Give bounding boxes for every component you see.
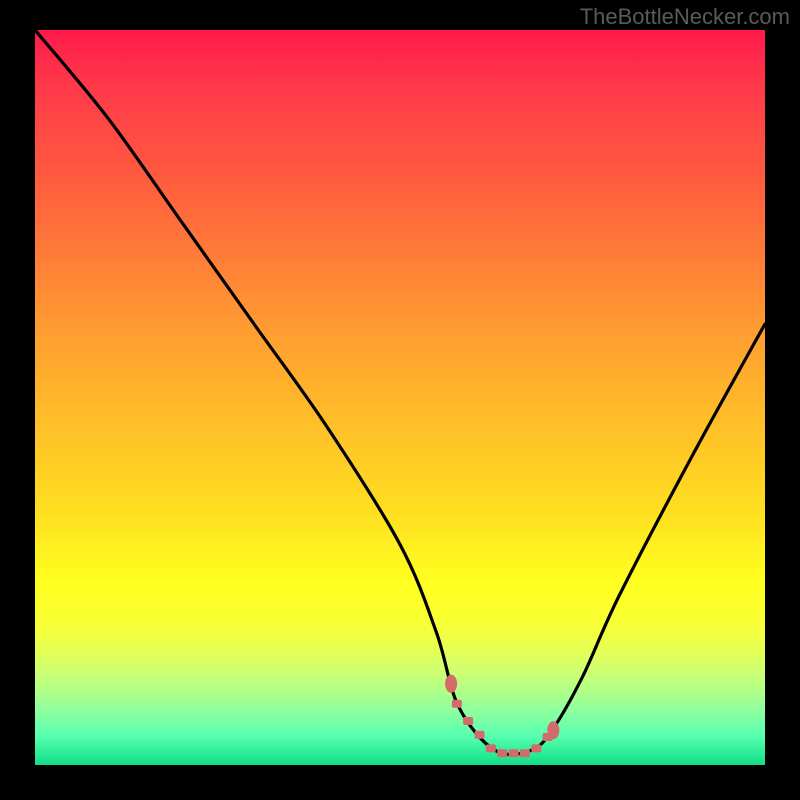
marker-dash	[486, 744, 496, 752]
plot-area	[35, 30, 765, 765]
marker-endcap	[445, 675, 457, 693]
marker-dash	[452, 700, 462, 708]
marker-dash	[463, 717, 473, 725]
marker-dash	[543, 733, 553, 741]
marker-dash	[531, 744, 541, 752]
bottleneck-curve	[35, 30, 765, 755]
curve-path	[35, 30, 765, 755]
chart-container: TheBottleNecker.com	[0, 0, 800, 800]
curve-layer	[35, 30, 765, 765]
marker-dash	[497, 749, 507, 757]
marker-dash	[509, 749, 519, 757]
marker-dash	[475, 731, 485, 739]
marker-dash	[520, 749, 530, 757]
watermark-text: TheBottleNecker.com	[580, 4, 790, 30]
